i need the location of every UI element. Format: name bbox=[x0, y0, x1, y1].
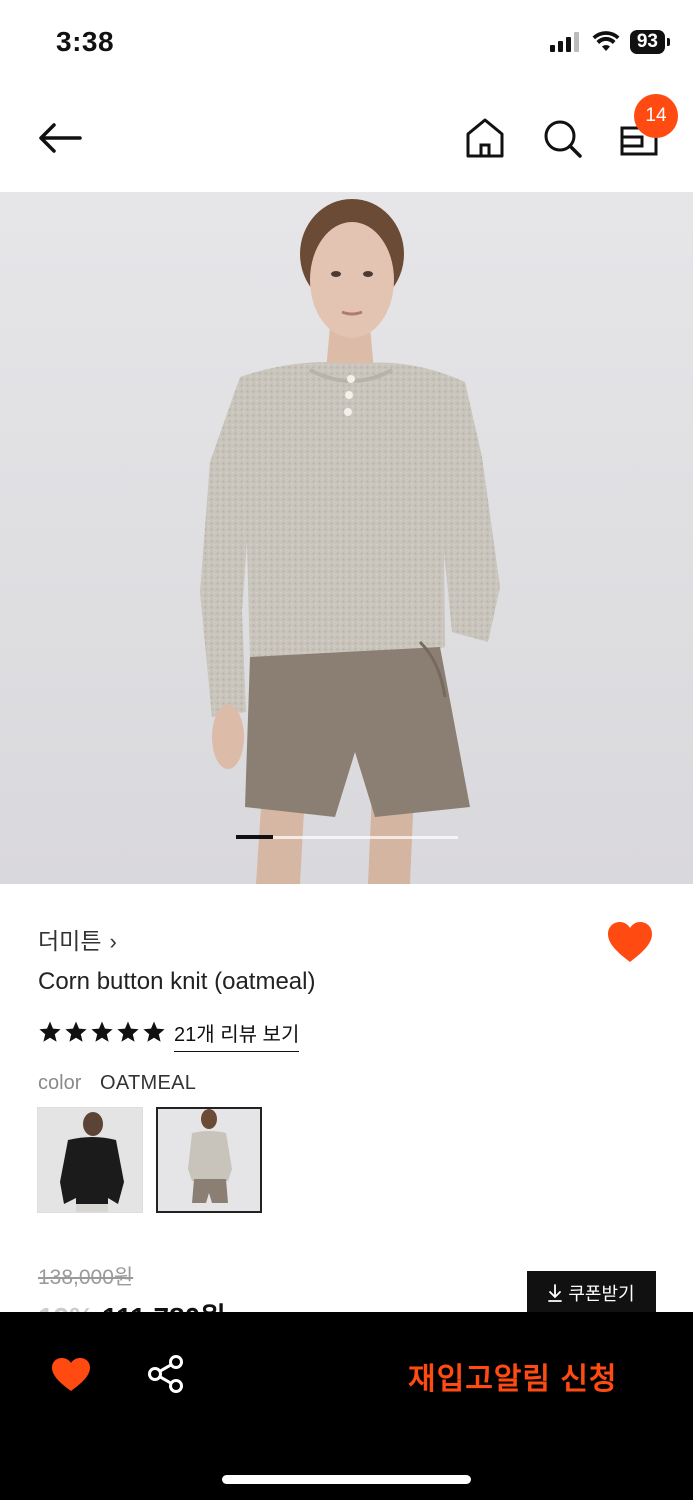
status-icons: 93 bbox=[549, 30, 671, 54]
cart-count-badge: 14 bbox=[634, 94, 678, 138]
status-time: 3:38 bbox=[56, 26, 115, 57]
product-name: Corn button knit (oatmeal) bbox=[38, 968, 316, 995]
product-image-carousel[interactable] bbox=[0, 192, 693, 884]
color-swatch-oatmeal[interactable] bbox=[156, 1107, 262, 1213]
rating-stars bbox=[38, 1020, 166, 1044]
bottom-action-bar bbox=[0, 1312, 693, 1500]
heart-icon[interactable] bbox=[606, 920, 654, 966]
signal-icon bbox=[549, 32, 579, 52]
star-icon bbox=[39, 1021, 61, 1042]
star-icon bbox=[117, 1021, 139, 1042]
chevron-right-icon: › bbox=[109, 929, 117, 954]
discount-rate: 19% bbox=[38, 1302, 94, 1312]
share-icon[interactable] bbox=[146, 1354, 186, 1394]
swatch-thumbnail bbox=[158, 1109, 260, 1211]
carousel-progress-indicator bbox=[236, 835, 273, 839]
status-bar: 3:38 93 bbox=[0, 0, 693, 84]
back-arrow-icon[interactable] bbox=[34, 114, 86, 162]
product-photo bbox=[200, 199, 500, 884]
search-icon[interactable] bbox=[540, 114, 586, 162]
star-icon bbox=[65, 1021, 87, 1042]
heart-icon[interactable] bbox=[50, 1356, 92, 1394]
star-icon bbox=[91, 1021, 113, 1042]
home-indicator bbox=[222, 1475, 471, 1484]
battery-indicator: 93 bbox=[629, 30, 671, 54]
color-label: color bbox=[38, 1072, 82, 1094]
original-price: 138,000원 bbox=[38, 1266, 134, 1289]
sale-price: 111,780원 bbox=[102, 1302, 226, 1312]
star-icon bbox=[143, 1021, 165, 1042]
brand-name: 더미튼 bbox=[38, 928, 102, 954]
swatch-thumbnail bbox=[38, 1108, 142, 1212]
top-nav bbox=[0, 92, 693, 188]
color-swatch-black[interactable] bbox=[37, 1107, 143, 1213]
home-icon[interactable] bbox=[462, 114, 508, 162]
sale-price-row: 19% 111,780원 bbox=[38, 1296, 226, 1312]
coupon-label: 쿠폰받기 bbox=[568, 1284, 635, 1304]
brand-link[interactable]: 더미튼 › bbox=[38, 922, 117, 956]
wifi-icon bbox=[592, 31, 620, 51]
color-value: OATMEAL bbox=[100, 1072, 197, 1094]
coupon-download-button[interactable]: 쿠폰받기 bbox=[527, 1271, 656, 1315]
review-link[interactable]: 21개 리뷰 보기 bbox=[174, 1018, 300, 1052]
restock-alert-button[interactable]: 재입고알림 신청 bbox=[408, 1354, 618, 1398]
download-icon bbox=[548, 1284, 563, 1302]
